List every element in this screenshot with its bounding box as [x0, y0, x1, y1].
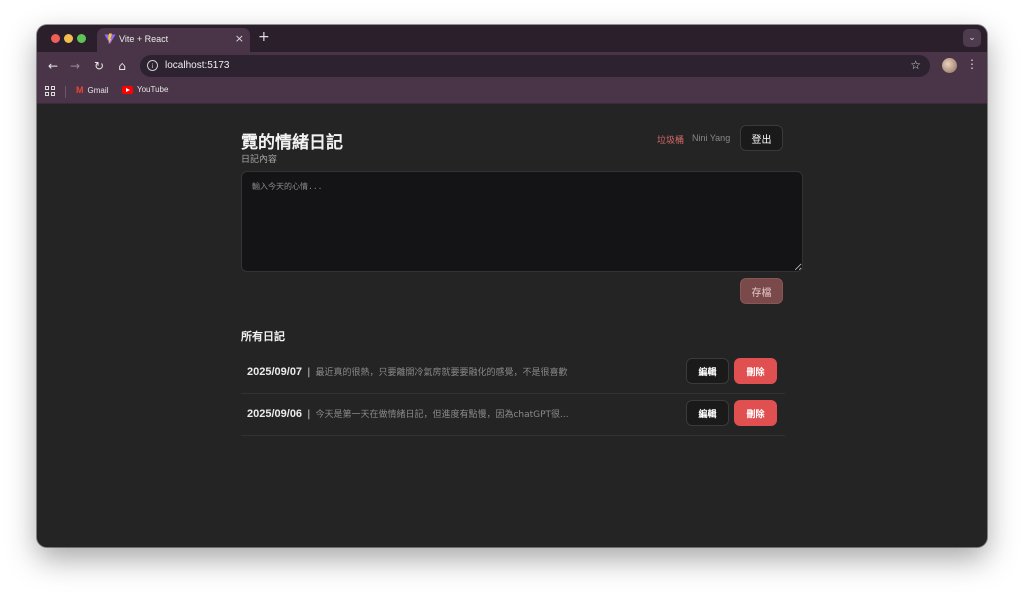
- entry-separator: |: [307, 409, 311, 420]
- bookmarks-divider: [65, 86, 66, 98]
- page-content: 霓的情緒日記 垃圾桶 Nini Yang 登出 日記內容 存檔 所有日記 202…: [37, 104, 987, 547]
- bookmarks-bar: M Gmail YouTube: [37, 80, 987, 104]
- delete-button[interactable]: 刪除: [734, 400, 777, 426]
- edit-button[interactable]: 編輯: [686, 358, 729, 384]
- diary-entry: 2025/09/07 | 最近真的很熱，只要離開冷氣房就要要融化的感覺，不是很喜歡 …: [241, 352, 785, 394]
- bookmark-label: YouTube: [137, 85, 169, 94]
- delete-button[interactable]: 刪除: [734, 358, 777, 384]
- entry-summary: 今天是第一天在做情緒日記，但進度有點慢，因為chatGPT很...: [315, 410, 569, 420]
- tab-vite-react[interactable]: Vite + React ×: [97, 28, 250, 52]
- back-icon[interactable]: ←: [45, 58, 61, 74]
- minimize-window-button[interactable]: [64, 34, 73, 43]
- entry-text[interactable]: 2025/09/07 | 最近真的很熱，只要離開冷氣房就要要融化的感覺，不是很喜歡: [247, 365, 677, 378]
- diary-content-label: 日記內容: [241, 155, 278, 165]
- close-window-button[interactable]: [51, 34, 60, 43]
- save-button[interactable]: 存檔: [740, 278, 783, 304]
- entry-date: 2025/09/07: [247, 366, 303, 378]
- tab-search-icon[interactable]: ⌄: [963, 29, 981, 47]
- entry-summary: 最近真的很熱，只要離開冷氣房就要要融化的感覺，不是很喜歡: [315, 368, 568, 378]
- page-title: 霓的情緒日記: [241, 133, 343, 153]
- bookmark-gmail[interactable]: M Gmail: [76, 85, 108, 95]
- diary-textarea[interactable]: [241, 171, 803, 272]
- edit-button[interactable]: 編輯: [686, 400, 729, 426]
- more-menu-icon[interactable]: ⋮: [966, 57, 978, 71]
- entry-separator: |: [307, 367, 311, 378]
- forward-icon[interactable]: →: [67, 58, 83, 74]
- diary-entry: 2025/09/06 | 今天是第一天在做情緒日記，但進度有點慢，因為chatGPT…: [241, 394, 785, 436]
- vite-logo-icon: [104, 33, 116, 44]
- home-icon[interactable]: ⌂: [114, 58, 130, 74]
- address-bar[interactable]: i localhost:5173 ☆: [140, 55, 930, 77]
- new-tab-button[interactable]: +: [258, 29, 270, 45]
- youtube-icon: [122, 85, 133, 94]
- bookmark-label: Gmail: [87, 85, 109, 95]
- browser-toolbar: ← → ↻ ⌂ i localhost:5173 ☆ ⋮: [37, 52, 987, 80]
- browser-window: Vite + React × + ⌄ ← → ↻ ⌂ i localhost:5…: [37, 25, 987, 547]
- bookmark-youtube[interactable]: YouTube: [122, 85, 168, 94]
- logout-button[interactable]: 登出: [740, 125, 783, 151]
- bookmark-star-icon[interactable]: ☆: [910, 58, 921, 72]
- url-text[interactable]: localhost:5173: [165, 60, 230, 71]
- all-diaries-heading: 所有日記: [241, 330, 285, 343]
- tab-strip: Vite + React × + ⌄: [37, 25, 987, 52]
- reload-icon[interactable]: ↻: [91, 58, 107, 74]
- apps-grid-icon[interactable]: [45, 86, 55, 96]
- profile-avatar[interactable]: [942, 58, 957, 73]
- tab-title: Vite + React: [119, 34, 169, 44]
- entry-date: 2025/09/06: [247, 408, 303, 420]
- trash-link[interactable]: 垃圾桶: [657, 133, 684, 146]
- gmail-icon: M: [76, 85, 84, 95]
- user-name: Nini Yang: [692, 133, 731, 143]
- close-tab-icon[interactable]: ×: [235, 32, 244, 45]
- maximize-window-button[interactable]: [77, 34, 86, 43]
- entry-text[interactable]: 2025/09/06 | 今天是第一天在做情緒日記，但進度有點慢，因為chatGPT…: [247, 407, 677, 420]
- site-info-icon[interactable]: i: [147, 60, 158, 71]
